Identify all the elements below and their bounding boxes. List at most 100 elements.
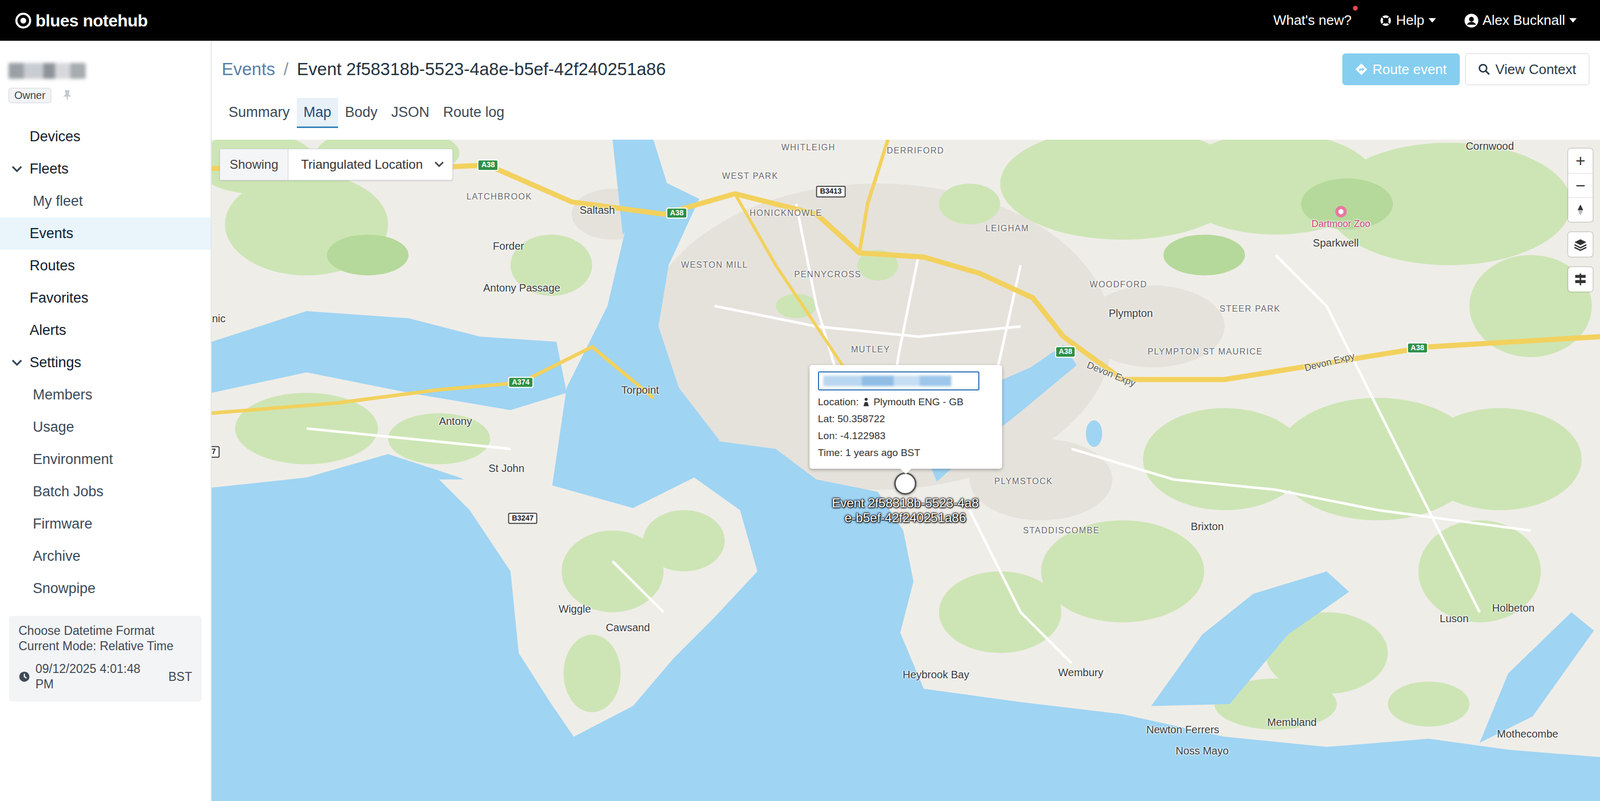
sidebar-item[interactable]: Archive <box>0 540 211 573</box>
sidebar-item[interactable]: Usage <box>0 411 211 444</box>
layer-select[interactable]: ShowingTriangulated Location <box>219 148 453 181</box>
place-label: Devon Expy <box>1303 350 1357 374</box>
role-badge: Owner <box>8 87 52 104</box>
datetime-value-row: 09/12/2025 4:01:48 PMBST <box>18 661 193 693</box>
device-name-field-blurred[interactable] <box>817 371 980 391</box>
sidebar-item[interactable]: Favorites <box>0 282 211 315</box>
tab[interactable]: Map <box>296 97 339 129</box>
tab[interactable]: Route log <box>436 97 512 129</box>
org-name-blurred[interactable] <box>8 62 86 79</box>
sidebar-list: DevicesFleets My fleet Events Routes Favorit… <box>0 120 211 605</box>
place-label: Cawsand <box>605 621 650 634</box>
sidebar-item-label: Alerts <box>29 319 67 342</box>
header-actions: Route event View Context <box>1342 53 1590 86</box>
tab[interactable]: JSON <box>384 97 437 129</box>
layers-button[interactable] <box>1568 232 1593 257</box>
breadcrumb-events-link[interactable]: Events <box>221 56 276 83</box>
road-shield: A38 <box>477 159 499 171</box>
popup-time: Time: 1 years ago BST <box>817 444 994 462</box>
layer-select-text: Triangulated Location <box>301 155 423 175</box>
location-icon <box>861 397 871 407</box>
datetime-mode: Current Mode: Relative Time <box>18 638 193 654</box>
top-navbar: blues notehub What's new? Help Alex Buckna… <box>0 0 1600 41</box>
chevron-down-icon <box>434 161 444 168</box>
sidebar-item-label: Favorites <box>29 287 89 309</box>
zoom-in-button[interactable]: + <box>1568 148 1593 174</box>
datetime-title: Choose Datetime Format <box>18 623 193 639</box>
zoom-controls: +− <box>1568 148 1593 222</box>
help-menu[interactable]: Help <box>1379 10 1436 31</box>
map-pin[interactable] <box>894 472 917 495</box>
user-icon <box>1464 13 1479 28</box>
nav-link-label: What's new? <box>1273 10 1352 31</box>
sidebar-item-label: My fleet <box>32 190 84 213</box>
map[interactable]: WHITLEIGHDERRIFORDWEST PARKLATCHBROOKSal… <box>211 139 1600 801</box>
blues-logo-icon <box>14 11 33 30</box>
sidebar: Owner DevicesFleets My fleet Events Routes F… <box>0 40 212 801</box>
sidebar-item[interactable]: Batch Jobs <box>0 475 211 508</box>
chevron-icon <box>10 359 24 367</box>
breadcrumb: Events/Event 2f58318b-5523-4a8e-b5ef-42f… <box>221 56 666 83</box>
sidebar-item[interactable]: Fleets <box>0 152 211 186</box>
sidebar-item-label: Routes <box>29 255 76 277</box>
sidebar-item[interactable]: Devices <box>0 120 211 153</box>
page-header: Events/Event 2f58318b-5523-4a8e-b5ef-42f… <box>211 40 1600 98</box>
user-name: Alex Bucknall <box>1482 10 1566 31</box>
place-label: PLYMSTOCK <box>994 476 1053 487</box>
reset-north-button[interactable] <box>1568 197 1593 222</box>
user-menu[interactable]: Alex Bucknall <box>1464 10 1577 31</box>
road-shield: A38 <box>666 207 688 219</box>
place-label: Luson <box>1439 612 1469 625</box>
layers-control <box>1568 232 1593 257</box>
pin-label: Event 2f58318b-5523-4a8e-b5ef-42f240251a… <box>828 495 983 525</box>
sidebar-item[interactable]: Snowpipe <box>0 572 211 605</box>
sidebar-item[interactable]: Routes <box>0 249 211 283</box>
button-label: View Context <box>1495 59 1577 80</box>
caret-down-icon <box>1428 17 1436 23</box>
place-label: DERRIFORD <box>886 146 945 156</box>
tab[interactable]: Summary <box>221 97 297 129</box>
place-label: Membland <box>1267 716 1317 729</box>
logo[interactable]: blues notehub <box>14 7 148 34</box>
place-label: WOODFORD <box>1089 279 1148 290</box>
sidebar-item[interactable]: Alerts <box>0 314 211 347</box>
place-label: LATCHBROOK <box>466 192 533 202</box>
layer-select-value[interactable]: Triangulated Location <box>288 149 453 180</box>
place-label: nic <box>212 312 226 325</box>
place-label: PENNYCROSS <box>794 269 862 280</box>
sidebar-item[interactable]: Environment <box>0 443 211 476</box>
pin-icon[interactable] <box>60 89 74 103</box>
route-icon <box>1355 63 1368 76</box>
signpost-button[interactable] <box>1568 267 1593 292</box>
sidebar-item[interactable]: Events <box>0 217 211 250</box>
place-label: Dartmoor Zoo <box>1311 205 1371 230</box>
sidebar-item[interactable]: Settings <box>0 346 211 379</box>
sidebar-item-label: Firmware <box>32 513 93 535</box>
place-label: Torpoint <box>621 384 659 396</box>
place-label: Heybrook Bay <box>902 668 970 681</box>
clock-icon <box>18 670 31 683</box>
zoom-out-button[interactable]: − <box>1568 173 1593 198</box>
sidebar-item[interactable]: Members <box>0 378 211 412</box>
view-context-button[interactable]: View Context <box>1465 53 1590 86</box>
sidebar-item-label: Members <box>32 384 93 406</box>
tab[interactable]: Body <box>338 97 385 129</box>
signpost-icon <box>1573 271 1588 287</box>
body-row: Owner DevicesFleets My fleet Events Routes F… <box>0 40 1600 801</box>
place-label: STADDISCOMBE <box>1023 525 1100 536</box>
place-label: Plympton <box>1108 307 1153 320</box>
place-label: MUTLEY <box>851 345 891 356</box>
nav-link-label: Help <box>1395 10 1424 31</box>
datetime-format-box[interactable]: Choose Datetime FormatCurrent Mode: Rela… <box>8 615 202 702</box>
place-label: Mothecombe <box>1496 728 1559 740</box>
compass-icon <box>1573 203 1588 217</box>
whats-new-link[interactable]: What's new? <box>1273 10 1352 31</box>
route-event-button: Route event <box>1342 53 1460 86</box>
place-label: WESTON MILL <box>680 260 748 270</box>
place-label: HONICKNOWLE <box>749 208 823 218</box>
place-label: Brixton <box>1191 520 1224 533</box>
sidebar-item[interactable]: Firmware <box>0 507 211 541</box>
sidebar-item[interactable]: My fleet <box>0 185 211 218</box>
popup-lat: Lat: 50.358722 <box>817 410 994 428</box>
place-label: Noss Mayo <box>1175 744 1229 757</box>
